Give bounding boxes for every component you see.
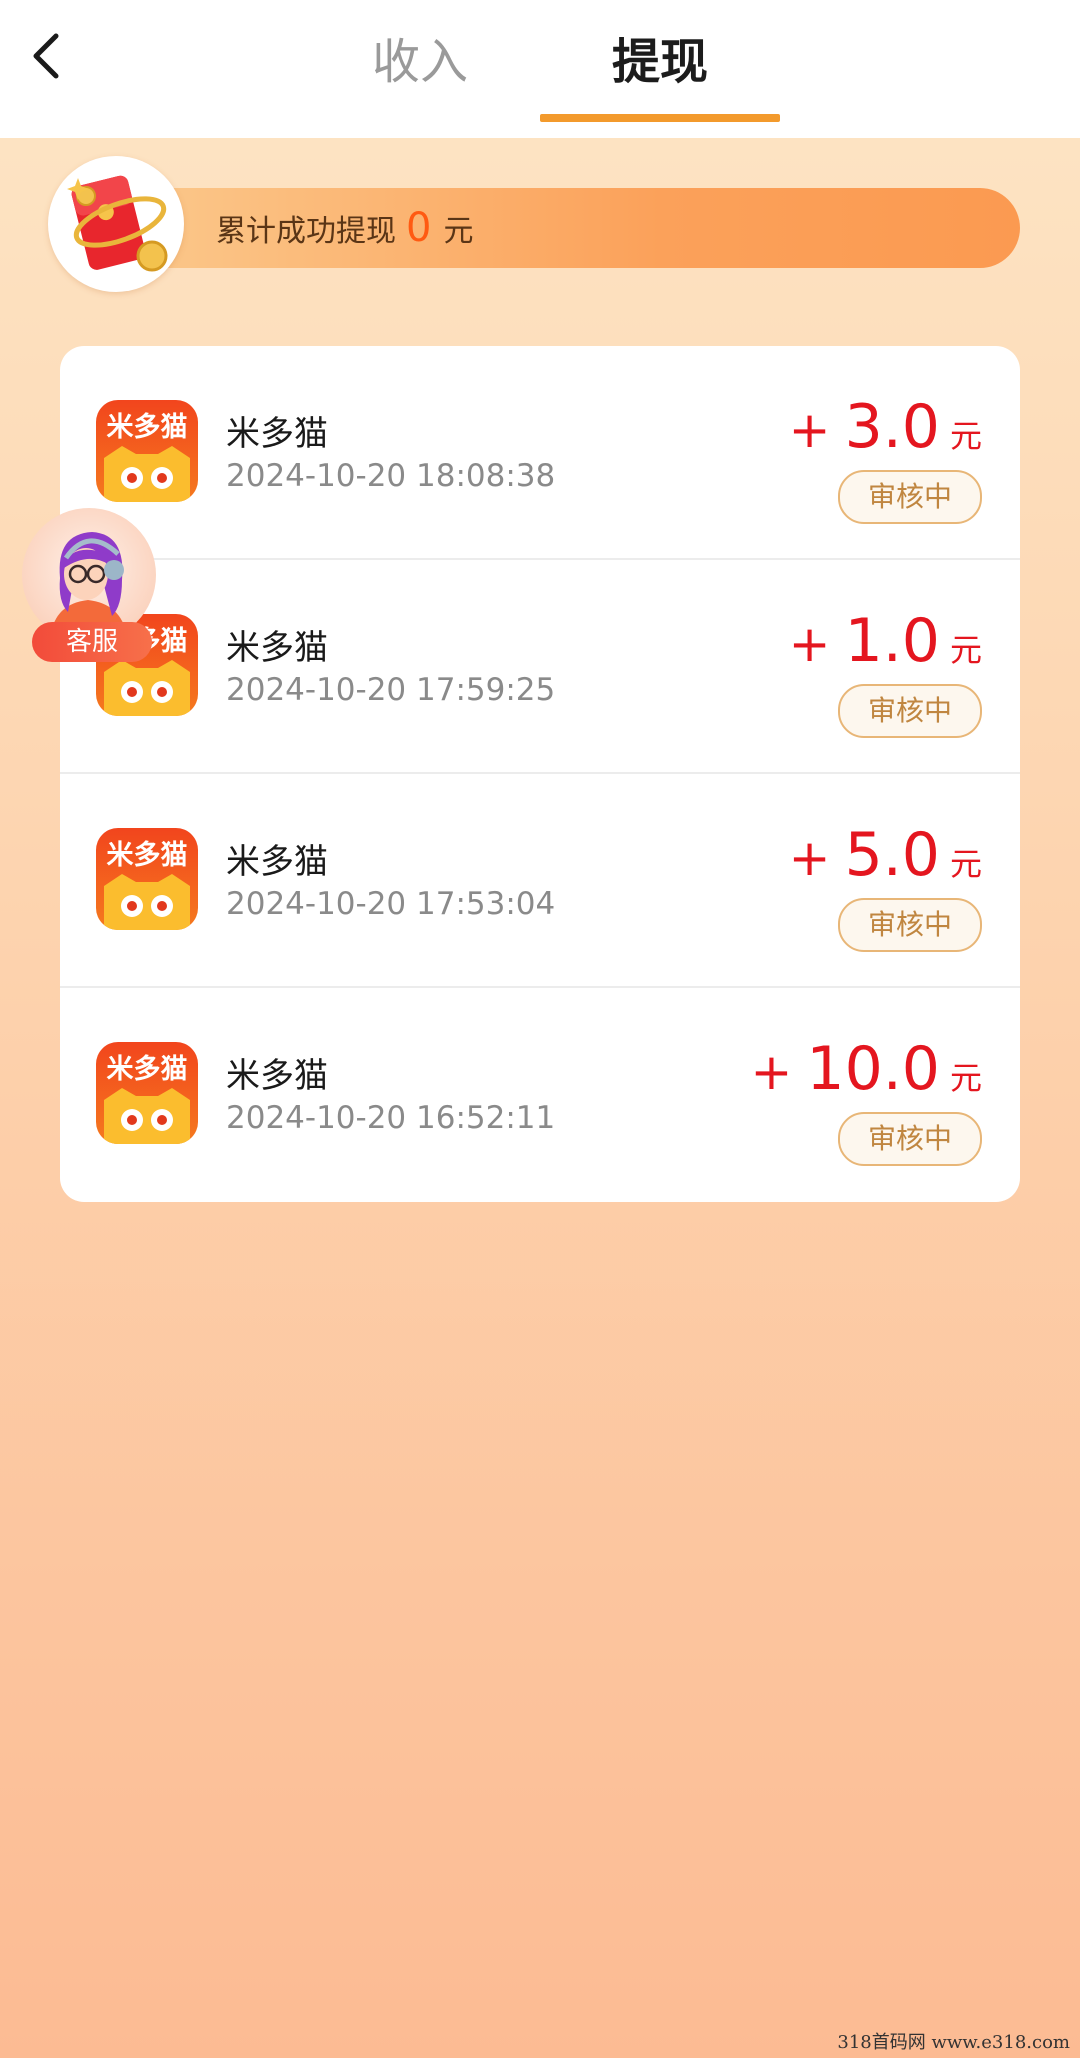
app-icon-text: 米多猫: [107, 840, 188, 871]
tab-income[interactable]: 收入: [340, 30, 500, 94]
amount-value: 10.0: [806, 1034, 940, 1104]
status-badge: 审核中: [838, 470, 982, 524]
red-envelope-badge: [48, 156, 184, 292]
status-badge: 审核中: [838, 1112, 982, 1166]
record-amount: + 10.0 元: [750, 1034, 982, 1104]
customer-service-label: 客服: [32, 622, 152, 662]
record-time: 2024-10-20 18:08:38: [226, 458, 556, 494]
customer-service-button[interactable]: 客服: [22, 508, 158, 664]
withdraw-record-list: 米多猫 米多猫 2024-10-20 18:08:38 + 3.0 元 审核中: [60, 346, 1020, 1202]
list-item[interactable]: 米多猫 米多猫 2024-10-20 18:08:38 + 3.0 元 审核中: [60, 346, 1020, 560]
record-time: 2024-10-20 17:53:04: [226, 886, 556, 922]
record-title: 米多猫: [226, 414, 328, 454]
red-envelope-icon: [67, 175, 168, 272]
app-icon-text: 米多猫: [107, 1054, 188, 1085]
record-amount: + 3.0 元: [788, 392, 982, 462]
amount-sign: +: [788, 829, 831, 887]
amount-sign: +: [750, 1043, 793, 1101]
status-badge: 审核中: [838, 684, 982, 738]
active-tab-indicator: [540, 114, 780, 122]
list-item[interactable]: 米多猫 米多猫 2024-10-20 17:59:25 + 1.0 元 审核中: [60, 560, 1020, 774]
midomao-cat-icon: 米多猫: [96, 828, 198, 930]
amount-value: 3.0: [844, 392, 940, 462]
amount-unit: 元: [949, 1059, 982, 1097]
record-title: 米多猫: [226, 842, 328, 882]
record-time: 2024-10-20 16:52:11: [226, 1100, 556, 1136]
status-badge: 审核中: [838, 898, 982, 952]
chevron-left-icon: [33, 33, 59, 79]
summary-amount: 0: [406, 205, 432, 251]
midomao-cat-icon: 米多猫: [96, 400, 198, 502]
list-item[interactable]: 米多猫 米多猫 2024-10-20 17:53:04 + 5.0 元 审核中: [60, 774, 1020, 988]
app-icon: 米多猫: [96, 828, 198, 930]
amount-unit: 元: [949, 417, 982, 455]
withdraw-summary: 累计成功提现 0 元: [216, 196, 473, 260]
amount-value: 5.0: [844, 820, 940, 890]
app-icon-text: 米多猫: [107, 412, 188, 443]
watermark: 318首码网 www.e318.com: [837, 2032, 1070, 2053]
midomao-cat-icon: 米多猫: [96, 1042, 198, 1144]
amount-sign: +: [788, 615, 831, 673]
record-amount: + 1.0 元: [788, 606, 982, 676]
amount-unit: 元: [949, 845, 982, 883]
amount-value: 1.0: [844, 606, 940, 676]
list-item[interactable]: 米多猫 米多猫 2024-10-20 16:52:11 + 10.0 元 审核中: [60, 988, 1020, 1202]
amount-unit: 元: [949, 631, 982, 669]
record-time: 2024-10-20 17:59:25: [226, 672, 556, 708]
amount-sign: +: [788, 401, 831, 459]
top-nav-bar: 收入 提现: [0, 0, 1080, 138]
app-icon: 米多猫: [96, 1042, 198, 1144]
tab-withdraw[interactable]: 提现: [540, 30, 780, 94]
app-icon: 米多猫: [96, 400, 198, 502]
record-title: 米多猫: [226, 628, 328, 668]
record-title: 米多猫: [226, 1056, 328, 1096]
summary-label: 累计成功提现: [216, 214, 396, 249]
summary-unit: 元: [443, 214, 474, 249]
back-button[interactable]: [14, 24, 78, 88]
record-amount: + 5.0 元: [788, 820, 982, 890]
